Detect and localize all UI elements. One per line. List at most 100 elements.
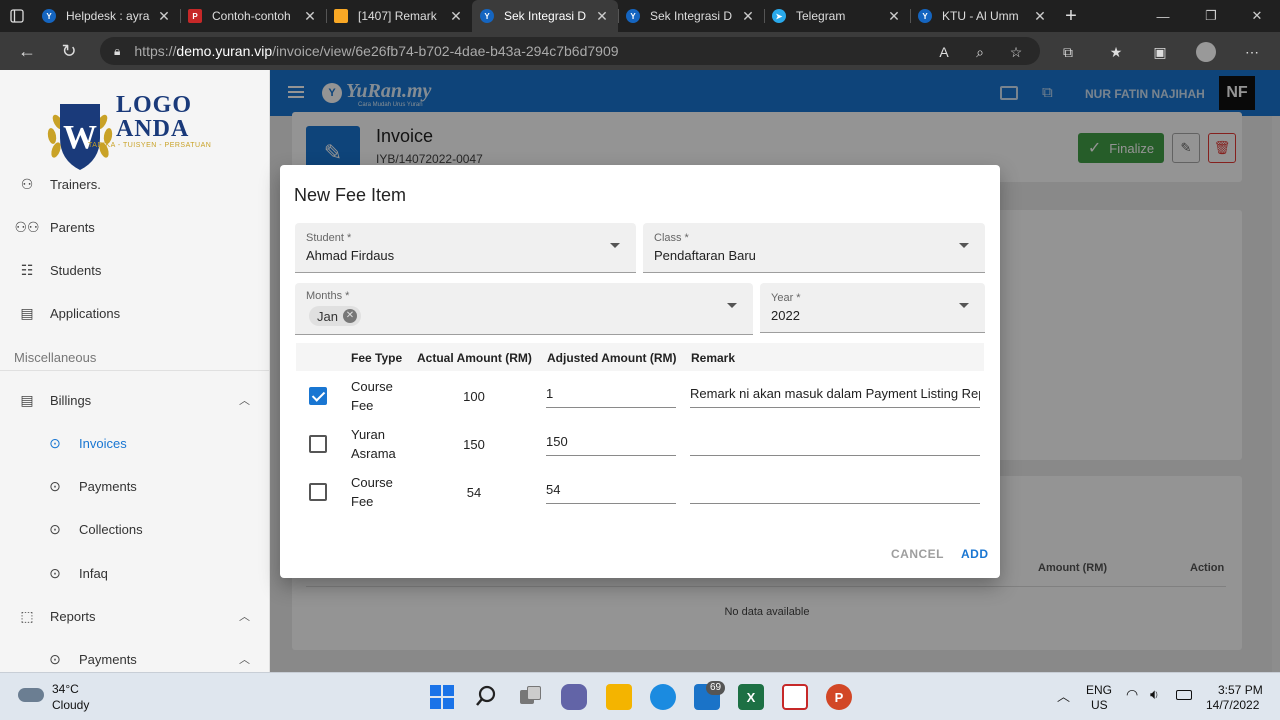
radio-dot-icon: ⊙ bbox=[49, 650, 61, 667]
close-tab-icon[interactable]: ✕ bbox=[1032, 8, 1048, 25]
profile-icon[interactable] bbox=[1194, 40, 1218, 64]
sidebar-item-applications[interactable]: ▤ Applications bbox=[0, 295, 270, 331]
browser-tab-2[interactable]: [1407] Remark ✕ bbox=[326, 0, 472, 32]
clock-date[interactable]: 14/7/2022 bbox=[1206, 698, 1259, 712]
logo-line2: ANDA bbox=[116, 116, 190, 142]
more-icon[interactable]: ⋯ bbox=[1240, 40, 1264, 64]
sidebar-item-payments[interactable]: ⊙ Payments bbox=[0, 468, 270, 504]
url-input[interactable]: 🔒︎ https://demo.yuran.vip/invoice/view/6… bbox=[100, 37, 1040, 65]
tab-actions-icon[interactable] bbox=[0, 0, 34, 32]
months-select[interactable]: Months * Jan ✕ bbox=[295, 283, 753, 335]
trainer-icon: ⚇ bbox=[20, 175, 34, 192]
adjusted-amount-input[interactable]: 150 bbox=[546, 434, 676, 456]
browser-tab-3[interactable]: Y Sek Integrasi D ✕ bbox=[472, 0, 618, 32]
sidebar-item-trainers[interactable]: ⚇ Trainers. bbox=[0, 166, 270, 202]
row-checkbox-checked[interactable] bbox=[309, 387, 327, 405]
fee-type-line: Asrama bbox=[351, 446, 396, 461]
browser-tab-0[interactable]: Y Helpdesk : ayra ✕ bbox=[34, 0, 180, 32]
sidebar-item-label: Reports bbox=[50, 608, 96, 624]
browser-tab-6[interactable]: Y KTU - Al Umm ✕ bbox=[910, 0, 1056, 32]
sidebar-item-students[interactable]: ☷ Students bbox=[0, 252, 270, 288]
favorite-add-icon[interactable]: ☆ bbox=[1004, 40, 1028, 64]
sidebar-item-label: Payments bbox=[79, 651, 137, 667]
minimize-icon[interactable]: — bbox=[1140, 0, 1186, 32]
tab-title: KTU - Al Umm bbox=[942, 9, 1019, 23]
clock-time[interactable]: 3:57 PM bbox=[1218, 683, 1263, 697]
read-aloud-icon[interactable]: A bbox=[932, 40, 956, 64]
close-tab-icon[interactable]: ✕ bbox=[740, 8, 756, 25]
search-icon[interactable] bbox=[475, 685, 497, 707]
sidebar-item-parents[interactable]: ⚇⚇ Parents bbox=[0, 209, 270, 245]
browser-tab-1[interactable]: P Contoh-contoh ✕ bbox=[180, 0, 326, 32]
close-tab-icon[interactable]: ✕ bbox=[302, 8, 318, 25]
chevron-up-icon: ︿ bbox=[239, 611, 250, 623]
sidebar-item-infaq[interactable]: ⊙ Infaq bbox=[0, 555, 270, 591]
close-tab-icon[interactable]: ✕ bbox=[156, 8, 172, 25]
refresh-icon[interactable]: ↻ bbox=[48, 32, 90, 70]
close-window-icon[interactable]: ✕ bbox=[1234, 0, 1280, 32]
snipping-tool-icon[interactable] bbox=[782, 684, 808, 710]
back-icon[interactable]: ← bbox=[6, 32, 48, 70]
remark-input[interactable] bbox=[690, 482, 980, 504]
applications-icon: ▤ bbox=[20, 304, 34, 321]
chip-remove-icon[interactable]: ✕ bbox=[342, 309, 357, 323]
start-icon[interactable] bbox=[430, 685, 454, 709]
tab-title: Telegram bbox=[796, 9, 846, 23]
cancel-button[interactable]: CANCEL bbox=[891, 547, 944, 561]
excel-icon[interactable]: X bbox=[738, 684, 764, 710]
remark-input[interactable]: Remark ni akan masuk dalam Payment Listi… bbox=[690, 386, 980, 408]
edge-icon[interactable] bbox=[650, 684, 676, 710]
logo-line1: LOGO bbox=[116, 92, 193, 118]
sidebar-item-reports[interactable]: ⬚ Reports ︿ bbox=[0, 598, 270, 634]
dropdown-arrow-icon bbox=[610, 243, 620, 248]
wifi-icon[interactable]: ◠ bbox=[1126, 686, 1138, 703]
battery-icon[interactable] bbox=[1176, 690, 1192, 700]
fee-type-line: Yuran bbox=[351, 427, 385, 442]
sidebar-item-invoices[interactable]: ⊙ Invoices bbox=[0, 425, 270, 461]
row-checkbox[interactable] bbox=[309, 435, 327, 453]
yuran-icon: Y bbox=[918, 9, 932, 23]
teams-icon[interactable] bbox=[561, 684, 587, 710]
close-tab-icon[interactable]: ✕ bbox=[594, 8, 610, 25]
remark-input[interactable] bbox=[690, 434, 980, 456]
browser-tab-4[interactable]: Y Sek Integrasi D ✕ bbox=[618, 0, 764, 32]
file-explorer-icon[interactable] bbox=[606, 684, 632, 710]
cloud-icon bbox=[18, 688, 44, 702]
month-chip-label: Jan bbox=[317, 308, 338, 324]
browser-tab-5[interactable]: ➤ Telegram ✕ bbox=[764, 0, 910, 32]
add-button[interactable]: ADD bbox=[961, 547, 989, 561]
favorites-icon[interactable]: ★ bbox=[1104, 40, 1128, 64]
dropdown-arrow-icon bbox=[727, 303, 737, 308]
powerpoint-icon[interactable]: P bbox=[826, 684, 852, 710]
browser-tab-bar: Y Helpdesk : ayra ✕ P Contoh-contoh ✕ [1407]… bbox=[0, 0, 1280, 32]
sidebar-item-label: Billings bbox=[50, 392, 92, 408]
adjusted-amount-input[interactable]: 54 bbox=[546, 482, 676, 504]
fee-type-cell: Yuran Asrama bbox=[351, 425, 396, 463]
actual-amount-cell: 54 bbox=[466, 485, 482, 500]
maximize-icon[interactable]: ❐ bbox=[1188, 0, 1234, 32]
chevron-up-icon[interactable]: ︿ bbox=[1057, 686, 1070, 705]
adjusted-amount-input[interactable]: 1 bbox=[546, 386, 676, 408]
new-tab-button[interactable]: + bbox=[1056, 0, 1086, 32]
sidebar: W LOGO ANDA TADIKA - TUISYEN - PERSATUAN… bbox=[0, 70, 270, 672]
sidebar-item-billings[interactable]: ▤ Billings ︿ bbox=[0, 382, 270, 418]
task-view-icon[interactable] bbox=[520, 686, 542, 706]
billings-icon: ▤ bbox=[20, 391, 34, 408]
mail-badge: 69 bbox=[706, 681, 726, 695]
column-header-remark: Remark bbox=[691, 351, 736, 365]
sidebar-item-collections[interactable]: ⊙ Collections bbox=[0, 511, 270, 547]
actual-amount-cell: 100 bbox=[463, 389, 485, 404]
class-select[interactable]: Class * Pendaftaran Baru bbox=[643, 223, 985, 273]
zoom-icon[interactable]: ⌕ bbox=[968, 40, 992, 64]
volume-icon[interactable]: 🔉︎ bbox=[1150, 686, 1159, 703]
close-tab-icon[interactable]: ✕ bbox=[886, 8, 902, 25]
weather-widget[interactable]: 34°C Cloudy bbox=[18, 680, 118, 716]
extensions-icon[interactable]: ⧉ bbox=[1056, 40, 1080, 64]
close-tab-icon[interactable]: ✕ bbox=[448, 8, 464, 25]
collections-icon[interactable]: ▣ bbox=[1148, 40, 1172, 64]
year-select[interactable]: Year * 2022 bbox=[760, 283, 985, 333]
student-select[interactable]: Student * Ahmad Firdaus bbox=[295, 223, 636, 273]
radio-dot-icon: ⊙ bbox=[49, 564, 61, 581]
months-label: Months * bbox=[306, 290, 350, 302]
row-checkbox[interactable] bbox=[309, 483, 327, 501]
